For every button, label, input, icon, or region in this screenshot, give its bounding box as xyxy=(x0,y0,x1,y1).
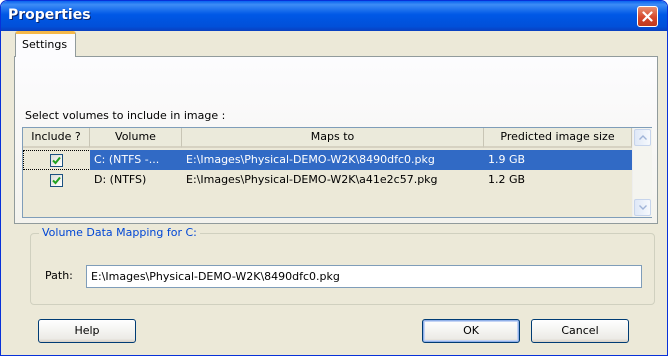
window-title: Properties xyxy=(8,7,91,23)
properties-dialog: Properties Settings Select volumes to in… xyxy=(0,0,668,356)
volume-cell: D: (NTFS) xyxy=(94,173,147,186)
volume-mapping-group-title: Volume Data Mapping for C: xyxy=(39,226,200,239)
scroll-up-button[interactable] xyxy=(634,129,651,146)
checkmark-icon xyxy=(52,176,61,185)
chevron-up-icon xyxy=(638,135,647,140)
ok-button[interactable]: OK xyxy=(422,319,520,343)
tab-settings[interactable]: Settings xyxy=(15,31,77,57)
volume-list[interactable]: Include ? Volume Maps to Predicted image… xyxy=(22,127,652,218)
checkmark-icon xyxy=(52,156,61,165)
volume-instruction-label: Select volumes to include in image : xyxy=(25,109,226,122)
close-icon xyxy=(642,11,653,22)
tab-settings-label: Settings xyxy=(22,38,68,51)
column-header-maps-to[interactable]: Maps to xyxy=(182,128,484,148)
include-checkbox[interactable] xyxy=(50,174,63,187)
predicted-size-cell: 1.9 GB xyxy=(484,150,633,170)
path-label: Path: xyxy=(45,269,73,282)
path-input[interactable]: E:\Images\Physical-DEMO-W2K\8490dfc0.pkg xyxy=(86,265,642,288)
predicted-size-cell: 1.2 GB xyxy=(488,173,526,186)
scroll-down-button[interactable] xyxy=(634,199,651,216)
column-header-include[interactable]: Include ? xyxy=(23,128,90,148)
help-button[interactable]: Help xyxy=(38,319,136,343)
title-bar[interactable]: Properties xyxy=(1,1,667,31)
cancel-button[interactable]: Cancel xyxy=(531,319,629,343)
close-button[interactable] xyxy=(637,6,658,27)
column-header-volume[interactable]: Volume xyxy=(90,128,182,148)
maps-to-cell: E:\Images\Physical-DEMO-W2K\a41e2c57.pkg xyxy=(186,173,438,186)
volume-cell: C: (NTFS -... xyxy=(90,150,182,170)
table-row[interactable]: D: (NTFS) E:\Images\Physical-DEMO-W2K\a4… xyxy=(23,170,633,190)
chevron-down-icon xyxy=(638,205,647,210)
include-checkbox[interactable] xyxy=(50,154,63,167)
column-header-predicted-size[interactable]: Predicted image size xyxy=(484,128,632,148)
vertical-scrollbar[interactable] xyxy=(632,128,652,217)
table-row[interactable]: C: (NTFS -... E:\Images\Physical-DEMO-W2… xyxy=(23,150,633,170)
maps-to-cell: E:\Images\Physical-DEMO-W2K\8490dfc0.pkg xyxy=(182,150,484,170)
